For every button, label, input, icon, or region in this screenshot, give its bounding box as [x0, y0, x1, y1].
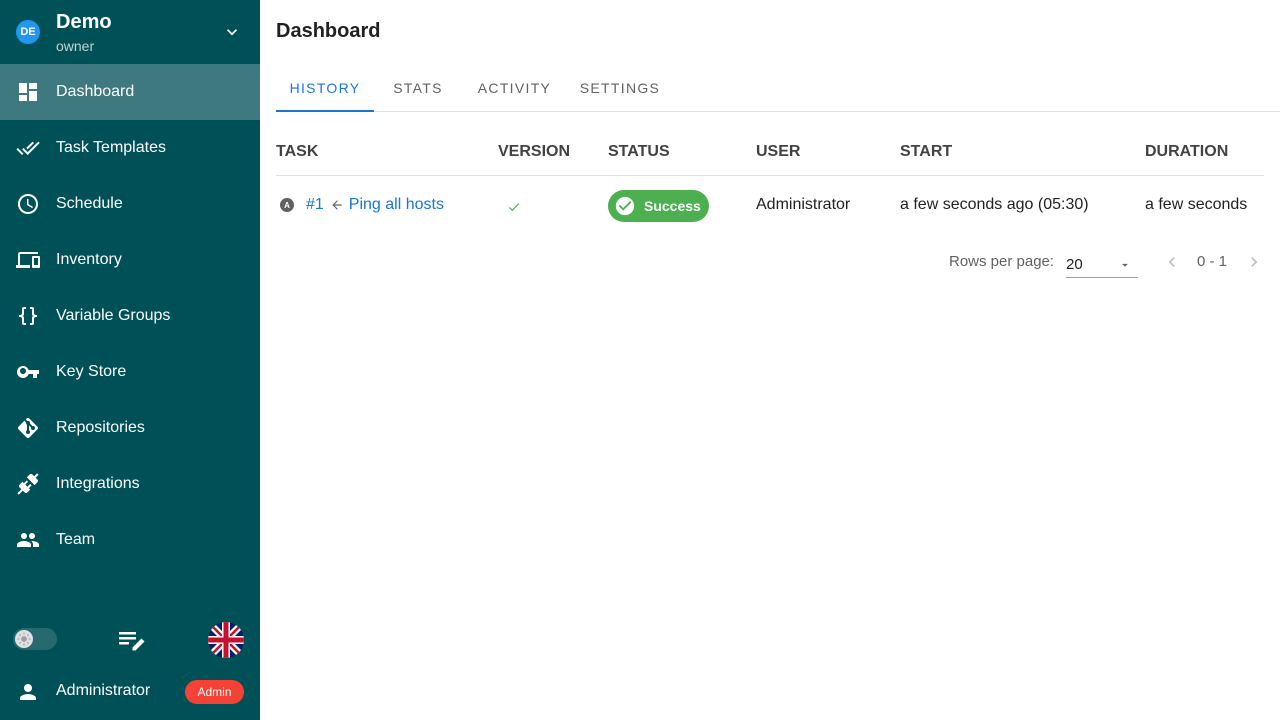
column-header-user[interactable]: USER [756, 143, 800, 161]
column-header-status[interactable]: STATUS [608, 143, 670, 161]
task-history-table: TASK VERSION STATUS USER START DURATION … [276, 128, 1264, 236]
sidebar-item-label: Task Templates [56, 139, 166, 156]
sidebar-item-variable-groups[interactable]: Variable Groups [0, 288, 260, 344]
double-check-icon [16, 136, 40, 160]
person-icon [16, 680, 40, 704]
rows-per-page-value: 20 [1066, 256, 1083, 273]
status-badge: Success [608, 190, 709, 222]
edit-notes-icon[interactable] [118, 628, 146, 652]
project-switcher[interactable]: DE Demo owner [0, 0, 260, 64]
sidebar-item-label: Inventory [56, 251, 122, 268]
sidebar-item-key-store[interactable]: Key Store [0, 344, 260, 400]
sidebar-item-task-templates[interactable]: Task Templates [0, 120, 260, 176]
sidebar-item-label: Key Store [56, 363, 127, 380]
sidebar-item-label: Dashboard [56, 83, 135, 100]
git-icon [16, 416, 40, 440]
braces-icon [16, 304, 40, 328]
page-title: Dashboard [276, 20, 381, 42]
project-role: owner [56, 38, 95, 54]
sidebar-item-team[interactable]: Team [0, 512, 260, 568]
check-icon [507, 200, 521, 214]
tab-bar: HISTORY STATS ACTIVITY SETTINGS [276, 64, 1280, 112]
sidebar-nav: Dashboard Task Templates Schedule Invent… [0, 64, 260, 568]
sidebar-item-repositories[interactable]: Repositories [0, 400, 260, 456]
dashboard-icon [16, 80, 40, 104]
start-cell: a few seconds ago (05:30) [900, 196, 1089, 213]
table-row: A #1 Ping all hosts Success Administrato… [276, 176, 1264, 236]
ansible-icon: A [280, 198, 294, 212]
key-icon [16, 360, 40, 384]
rows-per-page-label: Rows per page: [949, 253, 1055, 270]
next-page-icon[interactable] [1244, 252, 1264, 272]
project-name: Demo [56, 11, 112, 33]
main-content: Dashboard HISTORY STATS ACTIVITY SETTING… [260, 0, 1280, 720]
sidebar-item-label: Repositories [56, 419, 145, 436]
column-header-task[interactable]: TASK [276, 143, 318, 161]
chevron-down-icon[interactable] [222, 22, 242, 42]
sidebar-item-label: Team [56, 531, 96, 548]
monitor-icon [16, 248, 40, 272]
tab-settings[interactable]: SETTINGS [567, 64, 673, 112]
sidebar-item-label: Schedule [56, 195, 123, 212]
team-icon [16, 528, 40, 552]
project-avatar: DE [16, 20, 40, 44]
task-template-link[interactable]: Ping all hosts [349, 196, 444, 214]
plug-icon [16, 472, 40, 496]
caret-down-icon [1118, 258, 1132, 272]
user-cell: Administrator [756, 196, 851, 213]
sidebar-item-inventory[interactable]: Inventory [0, 232, 260, 288]
sidebar: DE Demo owner Dashboard Task Templates S… [0, 0, 260, 720]
check-circle-icon [615, 196, 635, 216]
column-header-start[interactable]: START [900, 143, 952, 161]
sidebar-item-integrations[interactable]: Integrations [0, 456, 260, 512]
admin-badge: Admin [185, 680, 244, 704]
clock-icon [16, 192, 40, 216]
task-id-link[interactable]: #1 [306, 196, 324, 214]
status-label: Success [644, 198, 701, 214]
sun-icon [15, 630, 33, 648]
rows-per-page-select[interactable]: 20 [1066, 250, 1138, 278]
theme-toggle[interactable] [13, 628, 57, 650]
previous-page-icon[interactable] [1162, 252, 1182, 272]
duration-cell: a few seconds [1145, 196, 1248, 213]
tab-activity[interactable]: ACTIVITY [462, 64, 567, 112]
user-name: Administrator [56, 682, 151, 699]
sidebar-item-label: Integrations [56, 475, 140, 492]
tab-history[interactable]: HISTORY [276, 64, 374, 112]
task-cell: A #1 Ping all hosts [280, 196, 444, 214]
table-pagination: Rows per page: 20 0 - 1 [276, 236, 1264, 284]
active-tab-indicator [276, 110, 374, 112]
sidebar-item-dashboard[interactable]: Dashboard [0, 64, 260, 120]
page-range: 0 - 1 [1197, 253, 1228, 270]
sidebar-item-label: Variable Groups [56, 307, 171, 324]
table-header: TASK VERSION STATUS USER START DURATION [276, 128, 1264, 176]
uk-flag-icon[interactable] [208, 622, 244, 658]
tab-stats[interactable]: STATS [374, 64, 462, 112]
sidebar-item-schedule[interactable]: Schedule [0, 176, 260, 232]
column-header-duration[interactable]: DURATION [1145, 143, 1228, 161]
column-header-version[interactable]: VERSION [498, 143, 570, 161]
arrow-left-icon [330, 198, 344, 212]
